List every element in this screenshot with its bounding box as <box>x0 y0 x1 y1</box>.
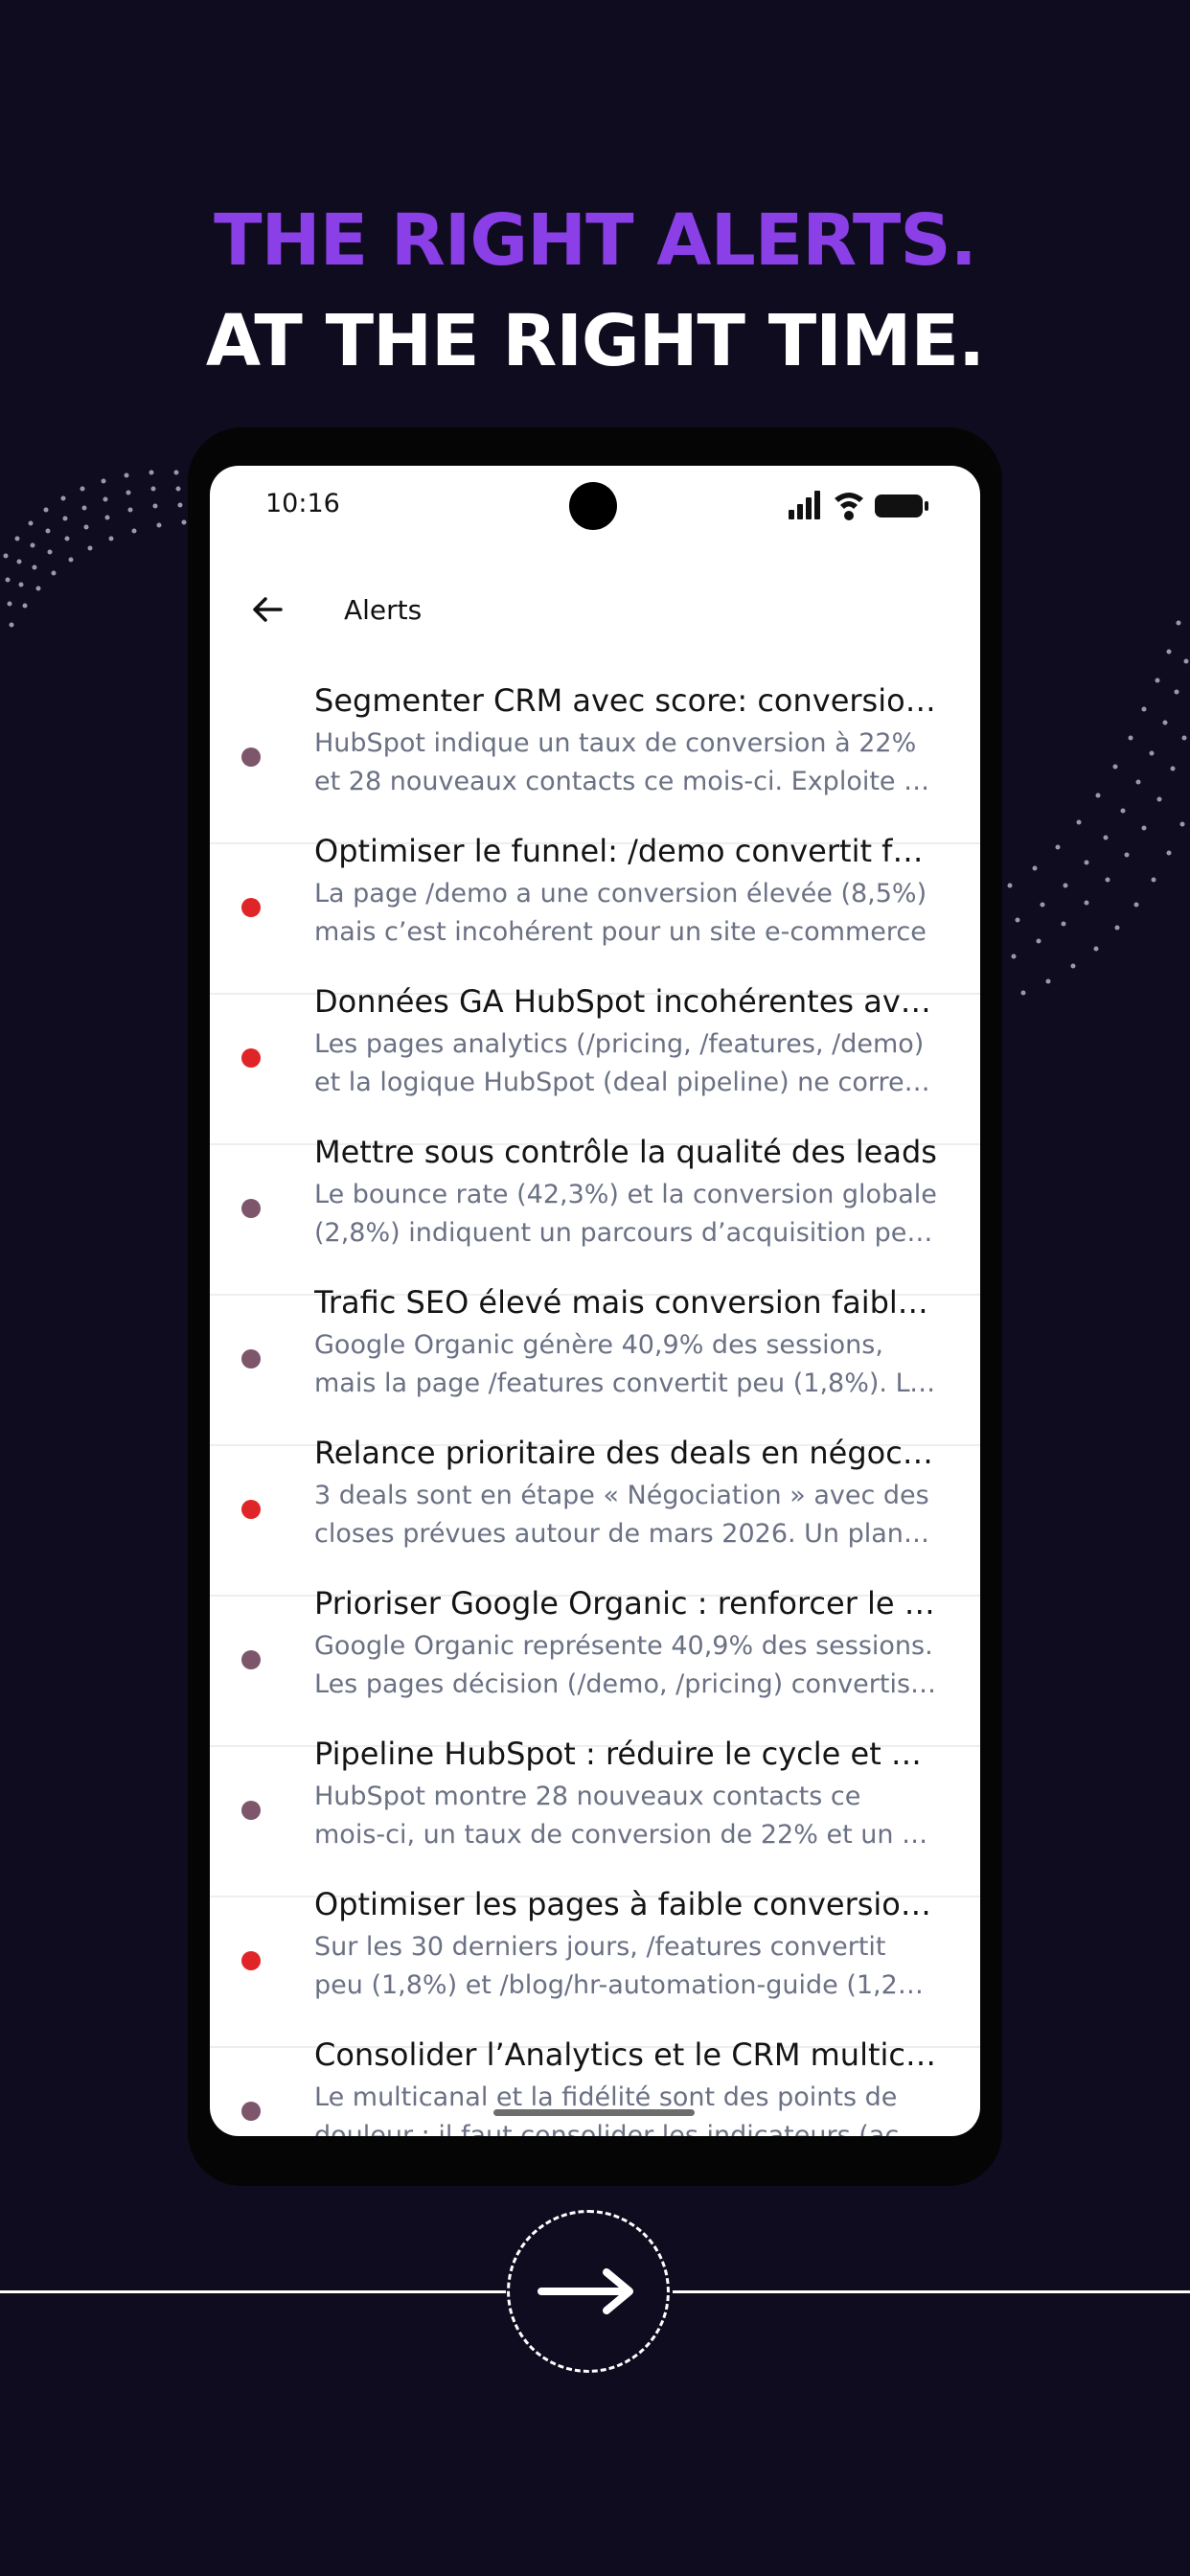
alert-item[interactable]: Consolider l’Analytics et le CRM multica… <box>210 2036 980 2136</box>
app-bar: Alerts <box>210 562 980 657</box>
divider-line-right <box>673 2290 1190 2293</box>
alert-description-line: mais c’est incohérent pour un site e-com… <box>314 917 927 947</box>
alert-description-line: La page /demo a une conversion élevée (8… <box>314 879 927 908</box>
page-title: Alerts <box>344 594 423 626</box>
home-indicator[interactable] <box>493 2109 695 2116</box>
alert-item[interactable]: Relance prioritaire des deals en négocia… <box>210 1435 980 1597</box>
severity-dot <box>241 898 261 917</box>
alert-description-line: HubSpot montre 28 nouveaux contacts ce <box>314 1782 861 1811</box>
severity-dot <box>241 1500 261 1519</box>
alert-description-line: mois-ci, un taux de conversion de 22% et… <box>314 1820 937 1850</box>
arrow-right-icon <box>538 2268 633 2314</box>
next-button[interactable] <box>507 2210 670 2373</box>
phone-screen: 10:16 Alerts Segmenter CRM avec score: c… <box>210 466 980 2136</box>
severity-dot <box>241 1349 261 1368</box>
alert-description-line: Les pages analytics (/pricing, /features… <box>314 1029 925 1059</box>
severity-dot <box>241 748 261 767</box>
severity-dot <box>241 1199 261 1218</box>
wave-decoration-right <box>1007 620 1189 996</box>
battery-icon <box>875 494 928 518</box>
alert-description-line: (2,8%) indiquent un parcours d’acquisiti… <box>314 1218 937 1248</box>
severity-dot <box>241 1951 261 1970</box>
alert-description-line: et 28 nouveaux contacts ce mois-ci. Expl… <box>314 767 937 796</box>
alert-title: Mettre sous contrôle la qualité des lead… <box>314 1134 937 1170</box>
alert-list: Segmenter CRM avec score: conversion à 2… <box>210 682 980 2136</box>
status-icons <box>789 487 932 530</box>
alert-title: Segmenter CRM avec score: conversion à 2… <box>314 682 937 719</box>
camera-cutout <box>569 482 617 530</box>
alert-title: Optimiser les pages à faible conversion … <box>314 1886 937 1922</box>
alert-description-line: et la logique HubSpot (deal pipeline) ne… <box>314 1068 937 1097</box>
alert-description: Le bounce rate (42,3%) et la conversion … <box>314 1176 937 1253</box>
severity-dot <box>241 1650 261 1669</box>
alert-item[interactable]: Optimiser le funnel: /demo convertit for… <box>210 833 980 995</box>
wave-decoration-left <box>3 470 187 628</box>
alert-description-line: HubSpot indique un taux de conversion à … <box>314 728 917 758</box>
alert-title: Consolider l’Analytics et le CRM multica… <box>314 2036 937 2073</box>
alert-item[interactable]: Mettre sous contrôle la qualité des lead… <box>210 1134 980 1296</box>
alert-description-line: 3 deals sont en étape « Négociation » av… <box>314 1481 929 1510</box>
severity-dot <box>241 1801 261 1820</box>
alert-description-line: Le bounce rate (42,3%) et la conversion … <box>314 1180 937 1209</box>
headline-line-2: AT THE RIGHT TIME. <box>205 300 985 382</box>
status-time: 10:16 <box>265 489 340 518</box>
alert-item[interactable]: Données GA HubSpot incohérentes avec le … <box>210 983 980 1145</box>
wifi-icon <box>835 493 863 520</box>
arrow-left-icon <box>253 597 283 622</box>
alert-description-line: Sur les 30 derniers jours, /features con… <box>314 1932 886 1962</box>
alert-item[interactable]: Trafic SEO élevé mais conversion faible … <box>210 1284 980 1446</box>
alert-description-line: Google Organic représente 40,9% des sess… <box>314 1631 933 1661</box>
alert-item[interactable]: Prioriser Google Organic : renforcer le … <box>210 1585 980 1747</box>
alert-description: HubSpot montre 28 nouveaux contacts ce m… <box>314 1778 937 1854</box>
alert-description: La page /demo a une conversion élevée (8… <box>314 875 937 952</box>
alert-title: Prioriser Google Organic : renforcer le … <box>314 1585 937 1622</box>
back-button[interactable] <box>239 581 296 638</box>
signal-icon <box>789 491 820 519</box>
alert-description-line: peu (1,8%) et /blog/hr-automation-guide … <box>314 1970 937 2000</box>
alert-description-line: Les pages décision (/demo, /pricing) con… <box>314 1669 937 1699</box>
alert-description: Le multicanal et la fidélité sont des po… <box>314 2079 937 2136</box>
alert-description: Les pages analytics (/pricing, /features… <box>314 1025 937 1102</box>
alert-title: Pipeline HubSpot : réduire le cycle et s… <box>314 1736 937 1772</box>
alert-description: Google Organic génère 40,9% des sessions… <box>314 1326 937 1403</box>
divider-line-left <box>0 2290 506 2293</box>
alert-title: Optimiser le funnel: /demo convertit for… <box>314 833 937 869</box>
alert-description-line: closes prévues autour de mars 2026. Un p… <box>314 1519 937 1549</box>
alert-title: Données GA HubSpot incohérentes avec le … <box>314 983 937 1020</box>
alert-description-line: mais la page /features convertit peu (1,… <box>314 1368 937 1398</box>
severity-dot <box>241 1048 261 1068</box>
alert-item[interactable]: Pipeline HubSpot : réduire le cycle et s… <box>210 1736 980 1898</box>
alert-title: Relance prioritaire des deals en négocia… <box>314 1435 937 1471</box>
alert-item[interactable]: Optimiser les pages à faible conversion … <box>210 1886 980 2048</box>
alert-description: 3 deals sont en étape « Négociation » av… <box>314 1477 937 1553</box>
alert-description: Google Organic représente 40,9% des sess… <box>314 1627 937 1704</box>
headline-line-1: THE RIGHT ALERTS. <box>214 199 977 282</box>
severity-dot <box>241 2102 261 2121</box>
alert-description-line: douleur ; il faut consolider les indicat… <box>314 2121 937 2136</box>
alert-item[interactable]: Segmenter CRM avec score: conversion à 2… <box>210 682 980 844</box>
alert-title: Trafic SEO élevé mais conversion faible … <box>314 1284 937 1321</box>
alert-description: HubSpot indique un taux de conversion à … <box>314 724 937 801</box>
alert-description-line: Google Organic génère 40,9% des sessions… <box>314 1330 883 1360</box>
phone-mockup: 10:16 Alerts Segmenter CRM avec score: c… <box>188 427 1002 2186</box>
alert-description: Sur les 30 derniers jours, /features con… <box>314 1928 937 2005</box>
